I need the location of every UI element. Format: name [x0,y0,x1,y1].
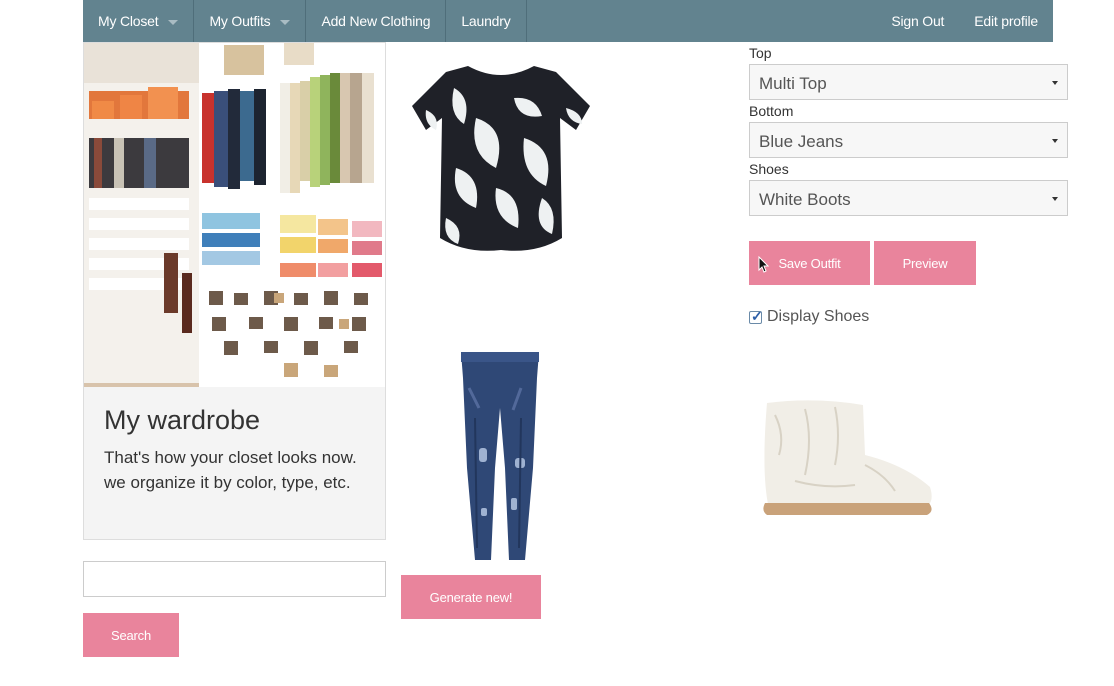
chevron-down-icon [1052,139,1058,143]
bottom-field-label: Bottom [749,103,794,119]
top-field-label: Top [749,45,772,61]
mouse-pointer-icon [758,255,770,274]
nav-sign-out[interactable]: Sign Out [876,0,959,42]
nav-laundry-label: Laundry [461,13,511,29]
shoes-select[interactable]: White Boots [749,180,1068,216]
bottom-select-value: Blue Jeans [759,132,844,151]
card-title: My wardrobe [104,405,261,435]
nav-add-new-clothing-label: Add New Clothing [321,13,431,29]
chevron-down-icon [168,19,179,25]
nav-my-outfits[interactable]: My Outfits [194,0,307,42]
chevron-down-icon [280,19,291,25]
top-select[interactable]: Multi Top [749,64,1068,100]
nav-laundry[interactable]: Laundry [446,0,527,42]
shoes-select-value: White Boots [759,190,851,209]
display-shoes-checkbox[interactable]: ✓ [749,307,763,324]
card-description: That's how your closet looks now. we org… [104,448,357,492]
chevron-down-icon [1052,81,1058,85]
top-select-value: Multi Top [759,74,827,93]
wardrobe-card: My wardrobe That's how your closet looks… [83,42,386,540]
top-navbar: My Closet My Outfits Add New Clothing La… [83,0,1053,42]
nav-edit-profile[interactable]: Edit profile [959,0,1053,42]
display-shoes-toggle[interactable]: ✓ Display Shoes [749,308,869,326]
nav-edit-profile-label: Edit profile [974,13,1038,29]
search-button[interactable]: Search [83,613,179,657]
generate-new-button[interactable]: Generate new! [401,575,541,619]
nav-my-outfits-label: My Outfits [209,13,271,29]
preview-button[interactable]: Preview [874,241,976,285]
nav-right-group: Sign Out Edit profile [876,0,1053,42]
chevron-down-icon [1052,197,1058,201]
display-shoes-label: Display Shoes [767,308,870,325]
nav-my-closet-label: My Closet [98,13,159,29]
nav-sign-out-label: Sign Out [891,13,945,29]
bottom-garment-image [455,348,545,564]
top-garment-image [406,58,596,262]
bottom-select[interactable]: Blue Jeans [749,122,1068,158]
closet-photo [84,43,385,387]
search-input[interactable] [83,561,386,597]
checkmark-icon: ✓ [751,307,763,324]
shoes-image [755,395,940,520]
shoes-field-label: Shoes [749,161,789,177]
nav-add-new-clothing[interactable]: Add New Clothing [306,0,447,42]
nav-my-closet[interactable]: My Closet [83,0,195,42]
